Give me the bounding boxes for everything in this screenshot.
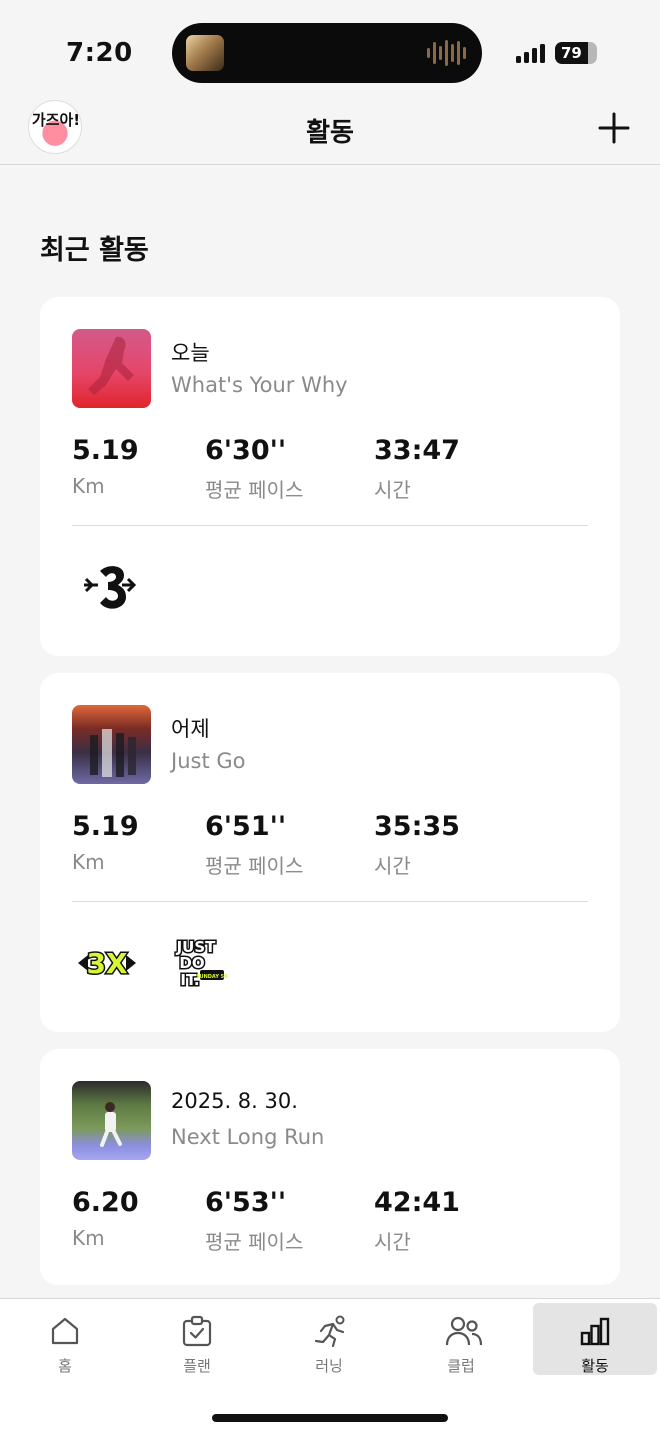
badge-text-sunday: SUNDAY 5K [196,974,229,980]
nav-bar: 가즈아! 활동 [0,100,660,165]
activity-name: Just Go [171,749,246,773]
status-time: 7:20 [66,38,133,68]
divider [72,525,588,526]
just-do-it-badge-icon[interactable]: JUST DO IT. SUNDAY 5K [168,935,230,991]
tab-label: 클럽 [447,1357,475,1375]
svg-text:3X: 3X [86,947,127,980]
battery-level: 79 [561,44,582,62]
runner-icon [314,1315,345,1347]
pace-value: 6'53'' [205,1187,287,1218]
audio-waveform-icon [427,39,466,67]
tab-club[interactable]: 클럽 [399,1303,523,1375]
activity-date: 오늘 [171,341,210,365]
distance-unit: Km [72,1226,105,1250]
activity-card[interactable]: 오늘 What's Your Why 5.19 Km 6'30'' 평균 페이스… [40,297,620,656]
distance-unit: Km [72,474,105,498]
activity-screen: 7:20 79 가즈아! 활동 최근 활동 오늘 What's Your Why… [0,0,660,1435]
distance-value: 6.20 [72,1187,139,1218]
activity-name: What's Your Why [171,373,348,397]
cellular-signal-icon [516,43,548,63]
home-indicator[interactable] [212,1414,448,1422]
tab-label: 러닝 [315,1357,343,1375]
duration-label: 시간 [374,1230,411,1254]
badge-text-do: DO [179,954,204,972]
activity-card[interactable]: 어제 Just Go 5.19 Km 6'51'' 평균 페이스 35:35 시… [40,673,620,1032]
tab-label: 홈 [58,1357,72,1375]
activity-date: 어제 [171,717,210,741]
duration-value: 33:47 [374,435,460,466]
clipboard-check-icon [182,1315,212,1347]
pace-value: 6'30'' [205,435,287,466]
activity-card[interactable]: 2025. 8. 30. Next Long Run 6.20 Km 6'53'… [40,1049,620,1285]
page-title: 활동 [306,118,354,148]
pace-value: 6'51'' [205,811,287,842]
tab-bar: 홈 플랜 러닝 클럽 활동 [0,1298,660,1435]
tab-label: 플랜 [183,1357,211,1375]
pace-label: 평균 페이스 [205,1230,304,1254]
duration-label: 시간 [374,478,411,502]
3-arrow-badge-icon[interactable] [78,559,140,615]
tab-run[interactable]: 러닝 [267,1303,391,1375]
add-icon[interactable] [596,110,632,146]
battery-icon: 79 [555,42,597,64]
tab-plan[interactable]: 플랜 [135,1303,259,1375]
pace-label: 평균 페이스 [205,478,304,502]
distance-unit: Km [72,850,105,874]
tab-home[interactable]: 홈 [3,1303,127,1375]
activity-thumbnail [72,1081,151,1160]
tab-label: 활동 [581,1357,609,1375]
activity-thumbnail [72,705,151,784]
home-icon [51,1317,79,1345]
distance-value: 5.19 [72,435,139,466]
duration-value: 35:35 [374,811,460,842]
dynamic-island[interactable] [172,23,482,83]
section-title: 최근 활동 [40,235,149,266]
activity-date: 2025. 8. 30. [171,1089,298,1113]
activity-thumbnail [72,329,151,408]
divider [72,901,588,902]
bar-chart-icon [580,1317,610,1346]
distance-value: 5.19 [72,811,139,842]
now-playing-artwork [186,35,224,71]
3x-arrow-badge-icon[interactable]: 3X [76,935,138,991]
pace-label: 평균 페이스 [205,854,304,878]
duration-value: 42:41 [374,1187,460,1218]
status-bar: 7:20 79 [0,0,660,100]
people-icon [445,1316,483,1346]
duration-label: 시간 [374,854,411,878]
tab-activity[interactable]: 활동 [533,1303,657,1375]
activity-name: Next Long Run [171,1125,325,1149]
